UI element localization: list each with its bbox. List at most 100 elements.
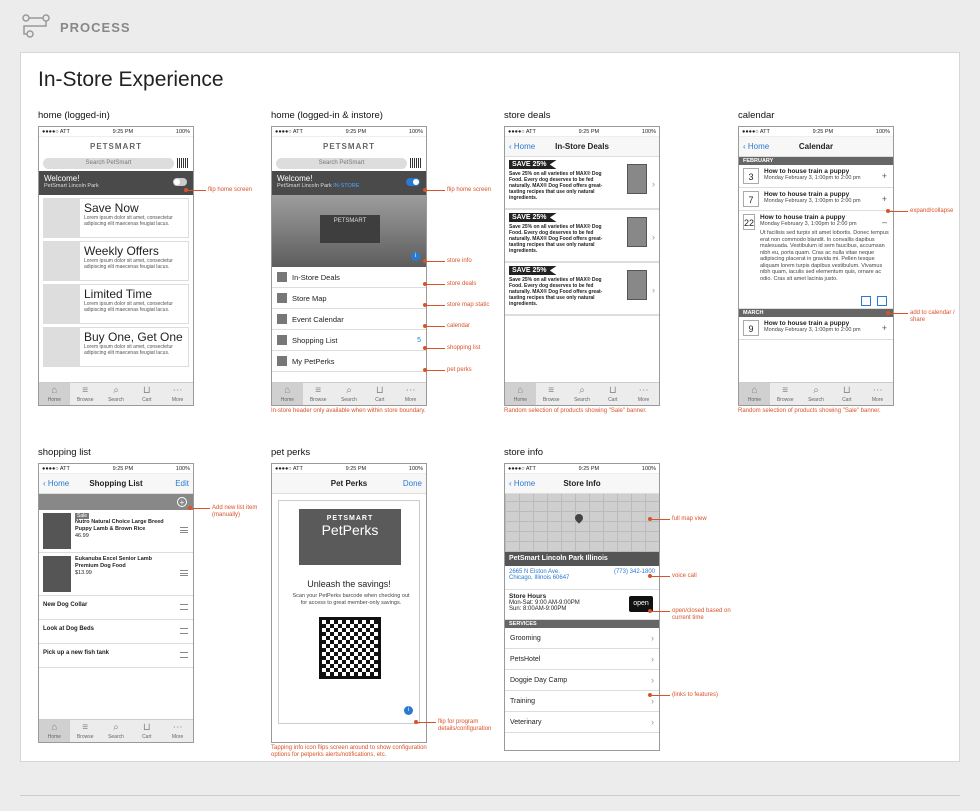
services-header: SERVICES [505,620,659,628]
tab-cart[interactable]: ⊔ Cart [131,720,162,742]
promo-card[interactable]: Save Now Lorem ipsum dolor sit amet, cons… [43,198,189,238]
tab-cart[interactable]: ⊔ Cart [131,383,162,405]
tab-search[interactable]: ⌕ Search [101,720,132,742]
tab-search[interactable]: ⌕ Search [334,383,365,405]
annotation: open/closed based on current time [648,608,731,621]
flip-toggle[interactable] [173,178,187,186]
divider [20,795,960,796]
deal-item[interactable]: SAVE 25% Save 25% on all varieties of MAX… [505,263,659,316]
tab-search[interactable]: ⌕ Search [567,383,598,405]
back-button[interactable]: ‹ Home [509,142,545,151]
tab-home[interactable]: ⌂ Home [39,720,70,742]
menu-item-perks[interactable]: My PetPerks [272,351,426,372]
back-button[interactable]: ‹ Home [509,479,545,488]
tab-home[interactable]: ⌂ Home [739,383,770,405]
tab-cart[interactable]: ⊔ Cart [597,383,628,405]
logo: PETSMART [323,141,375,151]
tab-home[interactable]: ⌂ Home [272,383,303,405]
store-map[interactable] [505,494,659,552]
barcode-icon[interactable] [410,158,422,168]
list-icon: ≡ [82,385,89,396]
menu-item-list[interactable]: Shopping List 5 [272,330,426,351]
back-button[interactable]: ‹ Home [43,479,79,488]
tab-browse[interactable]: ≡ Browse [770,383,801,405]
caption: Random selection of products showing "Sa… [504,408,647,414]
tab-browse[interactable]: ≡ Browse [70,720,101,742]
map-pin-icon [573,512,585,524]
promo-card[interactable]: Limited Time Lorem ipsum dolor sit amet, … [43,284,189,324]
menu-item-calendar[interactable]: Event Calendar [272,309,426,330]
tab-more[interactable]: ⋯ More [628,383,659,405]
event-item[interactable]: 3 How to house train a puppy Monday Februa… [739,165,893,188]
store-address[interactable]: 2665 N Elston Ave. Chicago, Illinois 6064… [505,566,659,590]
list-item[interactable]: Eukanuba Excel Senior Lamb Premium Dog F… [39,553,193,596]
tab-browse[interactable]: ≡ Browse [536,383,567,405]
search-input[interactable]: Search PetSmart [276,157,407,169]
service-item[interactable]: PetsHotel › [505,649,659,670]
tab-browse[interactable]: ≡ Browse [303,383,334,405]
promo-card[interactable]: Buy One, Get One Lorem ipsum dolor sit am… [43,327,189,367]
promo-image [44,242,80,280]
tab-home[interactable]: ⌂ Home [39,383,70,405]
info-icon[interactable]: i [404,706,413,715]
add-icon[interactable]: + [177,497,187,507]
reorder-icon[interactable] [180,652,188,658]
product-image [43,513,71,549]
search-icon: ⌕ [813,385,819,396]
reorder-icon[interactable] [180,628,188,634]
tab-more[interactable]: ⋯ More [862,383,893,405]
screen-label-instore: home (logged-in & instore) [271,110,383,121]
tab-cart[interactable]: ⊔ Cart [364,383,395,405]
phone-home: ●●●●○ ATT 9:25 PM 100% PETSMART Search Pet… [38,126,194,406]
store-photo: PETSMART i [272,195,426,267]
phone-calendar: ●●●●○ ATT 9:25 PM 100% ‹ Home Calendar FEBR… [738,126,894,406]
share-icon[interactable] [877,296,887,306]
annotation: pet perks [423,367,472,373]
cart-icon: ⊔ [142,722,151,733]
chevron-right-icon: › [651,696,654,706]
service-item[interactable]: Doggie Day Camp › [505,670,659,691]
info-icon[interactable]: i [411,252,420,261]
menu-item-deals[interactable]: In-Store Deals [272,267,426,288]
tab-home[interactable]: ⌂ Home [505,383,536,405]
list-item[interactable]: Look at Dog Beds [39,620,193,644]
home-icon: ⌂ [751,385,758,396]
flip-toggle[interactable] [406,178,420,186]
tab-browse[interactable]: ≡ Browse [70,383,101,405]
search-input[interactable]: Search PetSmart [43,157,174,169]
tab-search[interactable]: ⌕ Search [101,383,132,405]
tab-more[interactable]: ⋯ More [162,383,193,405]
barcode-icon[interactable] [177,158,189,168]
menu-item-map[interactable]: Store Map [272,288,426,309]
service-item[interactable]: Grooming › [505,628,659,649]
deal-item[interactable]: SAVE 25% Save 25% on all varieties of MAX… [505,210,659,263]
reorder-icon[interactable] [180,569,188,576]
event-item[interactable]: 7 How to house train a puppy Monday Februa… [739,188,893,211]
list-item[interactable]: Pick up a new fish tank [39,644,193,668]
tab-more[interactable]: ⋯ More [395,383,426,405]
event-item[interactable]: 9 How to house train a puppy Monday Februa… [739,317,893,340]
calendar-add-icon[interactable] [861,296,871,306]
chevron-right-icon: › [652,179,655,189]
reorder-icon[interactable] [180,604,188,610]
back-button[interactable]: ‹ Home [743,142,779,151]
reorder-icon[interactable] [180,526,188,533]
chevron-right-icon: › [651,717,654,727]
tab-more[interactable]: ⋯ More [162,720,193,742]
service-item[interactable]: Veterinary › [505,712,659,733]
status-bar: ●●●●○ ATT 9:25 PM 100% [505,464,659,474]
annotation: calendar [422,323,471,329]
list-item[interactable]: Sale Nutro Natural Choice Large Breed Pup… [39,510,193,553]
edit-button[interactable]: Edit [153,479,189,488]
service-item[interactable]: Training › [505,691,659,712]
caption: Tapping info icon flips screen around to… [271,745,427,758]
event-item-expanded[interactable]: 22 How to house train a puppy Monday Febru… [739,211,893,309]
tab-search[interactable]: ⌕ Search [801,383,832,405]
qr-code [319,617,381,679]
done-button[interactable]: Done [386,479,422,488]
promo-card[interactable]: Weekly Offers Lorem ipsum dolor sit amet,… [43,241,189,281]
list-item[interactable]: New Dog Collar [39,596,193,620]
tab-cart[interactable]: ⊔ Cart [831,383,862,405]
page-title: In-Store Experience [38,68,224,91]
deal-item[interactable]: SAVE 25% Save 25% on all varieties of MAX… [505,157,659,210]
